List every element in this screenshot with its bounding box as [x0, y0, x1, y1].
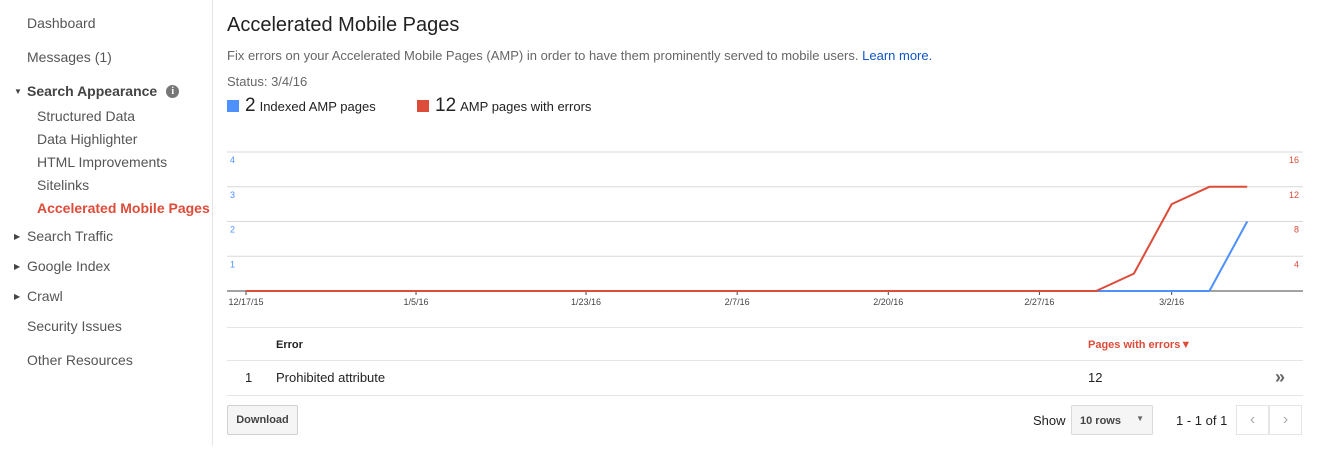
row-pages: 12	[1088, 370, 1103, 385]
row-index: 1	[245, 370, 253, 385]
series-line-errors	[246, 185, 1248, 292]
nav-search-traffic[interactable]: ▶ Search Traffic	[14, 228, 113, 244]
header-pages-with-errors[interactable]: Pages with errors▼	[1088, 339, 1191, 351]
x-axis-tick-label: 12/17/15	[228, 297, 263, 307]
chevron-right-icon: ›	[1282, 411, 1289, 428]
right-axis-tick-label: 12	[1289, 190, 1299, 200]
description-text: Fix errors on your Accelerated Mobile Pa…	[227, 48, 859, 63]
x-axis-tick-label: 2/27/16	[1024, 297, 1054, 307]
sidebar: Dashboard Messages (1) ▼ Search Appearan…	[0, 0, 213, 446]
prev-page-button[interactable]: ‹	[1236, 405, 1269, 435]
x-axis-tick-label: 3/2/16	[1159, 297, 1184, 307]
table-header: Error Pages with errors▼	[227, 328, 1303, 361]
show-label: Show	[1033, 413, 1066, 428]
left-axis-tick-label: 1	[230, 259, 235, 269]
nav-crawl-label: Crawl	[27, 288, 63, 304]
right-axis-tick-label: 16	[1289, 155, 1299, 165]
x-axis-tick-label: 1/23/16	[571, 297, 601, 307]
nav-html-improvements[interactable]: HTML Improvements	[37, 154, 167, 170]
info-icon[interactable]: i	[166, 84, 180, 98]
nav-crawl[interactable]: ▶ Crawl	[14, 288, 63, 304]
nav-data-highlighter[interactable]: Data Highlighter	[37, 131, 137, 147]
nav-structured-data[interactable]: Structured Data	[37, 108, 135, 124]
chevron-left-icon: ‹	[1249, 411, 1256, 428]
nav-accelerated-mobile-pages[interactable]: Accelerated Mobile Pages	[37, 200, 210, 216]
nav-security-issues[interactable]: Security Issues	[27, 318, 122, 334]
right-axis-tick-label: 4	[1294, 259, 1299, 269]
nav-sitelinks[interactable]: Sitelinks	[37, 177, 89, 193]
left-axis-tick-label: 2	[230, 225, 235, 235]
x-axis-tick-label: 2/7/16	[725, 297, 750, 307]
x-axis-tick-label: 2/20/16	[873, 297, 903, 307]
legend-indexed-pages[interactable]: 2 Indexed AMP pages	[227, 95, 376, 117]
nav-google-index[interactable]: ▶ Google Index	[14, 258, 110, 274]
caret-down-icon: ▼	[14, 86, 22, 96]
nav-messages[interactable]: Messages (1)	[27, 49, 112, 65]
caret-right-icon: ▶	[14, 291, 21, 301]
double-chevron-right-icon[interactable]: »	[1275, 367, 1285, 388]
nav-search-appearance[interactable]: ▼ Search Appearance i	[14, 83, 180, 99]
pagination-range: 1 - 1 of 1	[1176, 413, 1228, 428]
learn-more-link[interactable]: Learn more.	[862, 48, 932, 63]
nav-other-resources[interactable]: Other Resources	[27, 352, 133, 368]
left-axis-tick-label: 3	[230, 190, 235, 200]
download-button[interactable]: Download	[227, 405, 298, 435]
legend-swatch-blue	[227, 100, 239, 112]
nav-search-appearance-label: Search Appearance	[27, 83, 158, 99]
errors-table: Error Pages with errors▼ 1 Prohibited at…	[227, 327, 1303, 396]
legend-indexed-label: Indexed AMP pages	[259, 99, 376, 114]
rows-per-page-value: 10 rows	[1080, 415, 1121, 427]
table-row[interactable]: 1 Prohibited attribute 12 »	[227, 361, 1303, 396]
legend-swatch-red	[417, 100, 429, 112]
nav-google-index-label: Google Index	[27, 258, 111, 274]
header-error: Error	[276, 339, 303, 351]
nav-dashboard[interactable]: Dashboard	[27, 15, 96, 31]
caret-right-icon: ▶	[14, 261, 21, 271]
legend-error-pages[interactable]: 12 AMP pages with errors	[417, 95, 591, 117]
row-error: Prohibited attribute	[276, 370, 386, 385]
dropdown-arrow-icon: ▼	[1136, 414, 1144, 423]
next-page-button[interactable]: ›	[1269, 405, 1302, 435]
right-axis-tick-label: 8	[1294, 225, 1299, 235]
nav-search-traffic-label: Search Traffic	[27, 228, 114, 244]
left-axis-tick-label: 4	[230, 155, 235, 165]
legend-errors-value: 12	[435, 95, 457, 116]
legend-errors-label: AMP pages with errors	[460, 99, 592, 114]
x-axis-tick-label: 1/5/16	[404, 297, 429, 307]
rows-per-page-select[interactable]: 10 rows ▼	[1071, 405, 1153, 435]
page-description: Fix errors on your Accelerated Mobile Pa…	[227, 48, 932, 63]
amp-pages-chart: 123448121612/17/15 1/5/16 1/23/16 2/7/16 2/2…	[227, 151, 1303, 307]
status-date: Status: 3/4/16	[227, 74, 308, 89]
page-title: Accelerated Mobile Pages	[227, 14, 460, 36]
legend-indexed-value: 2	[245, 95, 256, 116]
caret-right-icon: ▶	[14, 231, 21, 241]
